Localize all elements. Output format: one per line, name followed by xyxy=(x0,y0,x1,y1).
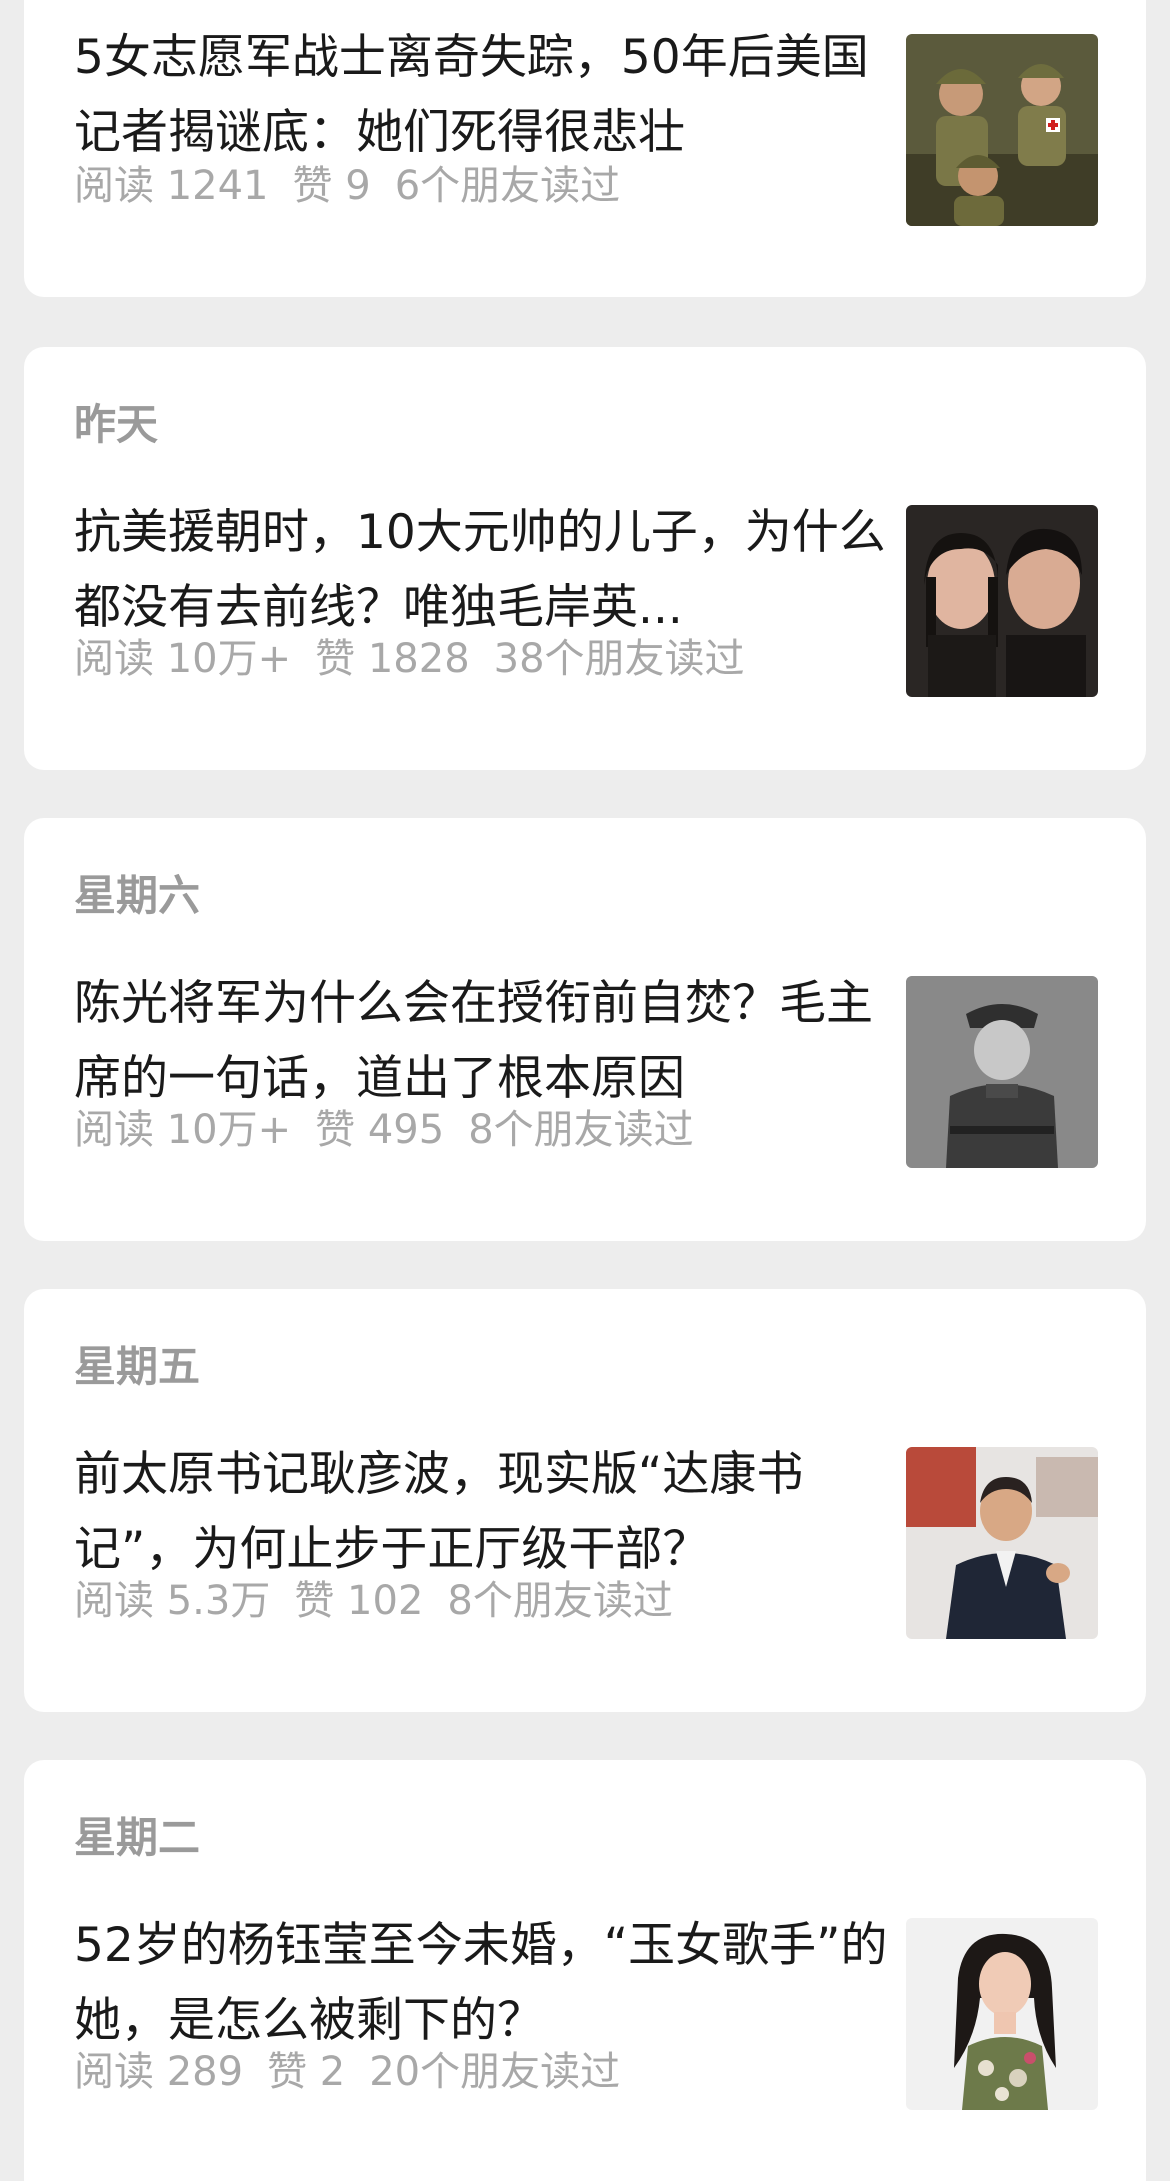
article-title[interactable]: 陈光将军为什么会在授衔前自焚？毛主席的一句话，道出了根本原因 xyxy=(74,966,894,1116)
article-meta: 阅读 5.3万赞 102 8个朋友读过 xyxy=(74,1573,697,1629)
article-title[interactable]: 抗美援朝时，10大元帅的儿子，为什么都没有去前线？唯独毛岸英... xyxy=(74,495,894,645)
official-photo-icon[interactable] xyxy=(906,1447,1098,1639)
friends-read-count: 20个朋友读过 xyxy=(369,2049,621,2095)
article-feed: 5女志愿军战士离奇失踪，50年后美国记者揭谜底：她们死得很悲壮 阅读 1241 赞… xyxy=(0,0,1170,2181)
soldiers-photo-icon[interactable] xyxy=(906,34,1098,226)
friends-read-count: 6个朋友读过 xyxy=(394,163,621,209)
article-date: 星期六 xyxy=(74,871,201,920)
article-card[interactable]: 星期六 陈光将军为什么会在授衔前自焚？毛主席的一句话，道出了根本原因 阅读 10… xyxy=(24,818,1146,1241)
like-count: 赞 2 xyxy=(267,2049,346,2095)
friends-read-count: 38个朋友读过 xyxy=(493,636,745,682)
general-photo-icon[interactable] xyxy=(906,976,1098,1168)
like-count: 赞 1828 xyxy=(315,636,470,682)
article-meta: 阅读 10万+ 赞 495 8个朋友读过 xyxy=(74,1102,718,1158)
article-title[interactable]: 5女志愿军战士离奇失踪，50年后美国记者揭谜底：她们死得很悲壮 xyxy=(74,20,894,170)
article-card[interactable]: 星期二 52岁的杨钰莹至今未婚，“玉女歌手”的她，是怎么被剩下的？ 阅读 289… xyxy=(24,1760,1146,2181)
couple-portrait-icon[interactable] xyxy=(906,505,1098,697)
like-count: 赞 9 xyxy=(292,163,371,209)
like-count: 赞 495 xyxy=(315,1107,445,1153)
read-count: 阅读 289 xyxy=(74,2049,244,2095)
article-title[interactable]: 前太原书记耿彦波，现实版“达康书记”，为何止步于正厅级干部？ xyxy=(74,1437,894,1587)
read-count: 阅读 5.3万 xyxy=(74,1578,271,1624)
article-date: 星期五 xyxy=(74,1342,201,1391)
article-card[interactable]: 昨天 抗美援朝时，10大元帅的儿子，为什么都没有去前线？唯独毛岸英... 阅读 … xyxy=(24,347,1146,770)
article-meta: 阅读 289 赞 2 20个朋友读过 xyxy=(74,2044,644,2100)
friends-read-count: 8个朋友读过 xyxy=(447,1578,673,1624)
article-date: 星期二 xyxy=(74,1813,201,1862)
article-card[interactable]: 5女志愿军战士离奇失踪，50年后美国记者揭谜底：她们死得很悲壮 阅读 1241 赞… xyxy=(24,0,1146,297)
read-count: 阅读 10万+ xyxy=(74,1107,292,1153)
article-title[interactable]: 52岁的杨钰莹至今未婚，“玉女歌手”的她，是怎么被剩下的？ xyxy=(74,1908,894,2058)
article-meta: 阅读 1241 赞 9 6个朋友读过 xyxy=(74,158,644,214)
read-count: 阅读 1241 xyxy=(74,163,269,209)
read-count: 阅读 10万+ xyxy=(74,636,292,682)
article-date: 昨天 xyxy=(74,400,159,449)
like-count: 赞 102 xyxy=(294,1578,424,1624)
singer-photo-icon[interactable] xyxy=(906,1918,1098,2110)
article-card[interactable]: 星期五 前太原书记耿彦波，现实版“达康书记”，为何止步于正厅级干部？ 阅读 5.… xyxy=(24,1289,1146,1712)
friends-read-count: 8个朋友读过 xyxy=(468,1107,694,1153)
article-meta: 阅读 10万+ 赞 1828 38个朋友读过 xyxy=(74,631,769,687)
